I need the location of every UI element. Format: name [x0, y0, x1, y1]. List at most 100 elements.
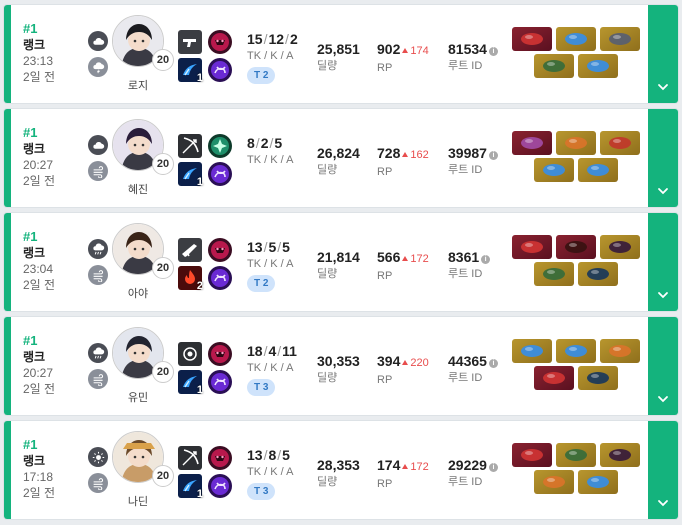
item-icon[interactable] [534, 366, 574, 390]
character-portrait[interactable]: 20 유민 [112, 327, 174, 407]
weapon-bow-icon[interactable] [178, 134, 202, 158]
tactical-fire-icon[interactable]: 2 [178, 266, 203, 292]
character-portrait[interactable]: 20 로지 [112, 15, 174, 95]
character-level: 20 [152, 153, 174, 175]
trait-mask-icon[interactable] [208, 446, 232, 470]
character-portrait[interactable]: 20 나딘 [112, 431, 174, 511]
skill-grid: 1 [178, 342, 234, 396]
kda-separator: / [277, 343, 282, 359]
expand-button[interactable] [648, 213, 678, 311]
match-card[interactable]: #1 랭크 17:18 2일 전 20 나딘 1 13/8/5 TK / K / AT 3 28,… [3, 420, 679, 520]
item-icon[interactable] [512, 339, 552, 363]
item-icon[interactable] [556, 443, 596, 467]
expand-button[interactable] [648, 109, 678, 207]
rp-total: 174 [377, 457, 401, 473]
item-row [511, 366, 641, 390]
item-icon[interactable] [534, 158, 574, 182]
damage-value: 28,353 [317, 457, 360, 473]
trait-swirl-icon[interactable] [208, 58, 232, 82]
item-icon[interactable] [534, 470, 574, 494]
tactical-blink-icon[interactable]: 1 [178, 58, 203, 84]
item-build [511, 27, 641, 81]
trait-swirl-icon[interactable] [208, 370, 232, 394]
item-icon[interactable] [600, 235, 640, 259]
match-card[interactable]: #1 랭크 23:04 2일 전 20 아야 2 13/5/5 TK / K / AT 2 21,… [3, 212, 679, 312]
chevron-down-icon [656, 392, 670, 411]
skill-level-badge: 1 [196, 384, 203, 396]
info-icon[interactable]: i [488, 463, 498, 472]
match-time: 17:18 [23, 470, 54, 484]
item-icon[interactable] [556, 131, 596, 155]
item-icon[interactable] [556, 339, 596, 363]
rp-block: 728 162 RP [377, 144, 443, 180]
info-icon[interactable]: i [481, 255, 491, 264]
item-icon[interactable] [578, 158, 618, 182]
item-icon[interactable] [556, 27, 596, 51]
item-icon[interactable] [512, 443, 552, 467]
item-icon[interactable] [600, 443, 640, 467]
rp-value: 566 172 [377, 248, 443, 268]
tactical-blink-icon[interactable]: 1 [178, 162, 203, 188]
match-time: 20:27 [23, 366, 54, 380]
item-icon[interactable] [556, 235, 596, 259]
weapon-bow-icon[interactable] [178, 446, 202, 470]
item-icon[interactable] [600, 131, 640, 155]
chevron-down-icon [656, 288, 670, 307]
item-icon[interactable] [600, 27, 640, 51]
rp-label: RP [377, 270, 393, 282]
info-icon[interactable]: i [488, 359, 498, 368]
skill-grid: 1 [178, 134, 234, 188]
item-icon[interactable] [512, 131, 552, 155]
kills: 12 [268, 31, 285, 47]
trait-mask-icon[interactable] [208, 30, 232, 54]
info-icon[interactable]: i [488, 151, 498, 160]
damage-block: 26,824 딜량 [317, 144, 377, 178]
route-id: 44365 [448, 353, 487, 369]
item-icon[interactable] [512, 27, 552, 51]
result-stripe [4, 213, 11, 311]
trait-swirl-icon[interactable] [208, 474, 232, 498]
kda-label: TK / K / A [247, 466, 294, 478]
trait-swirl-icon[interactable] [208, 162, 232, 186]
match-card[interactable]: #1 랭크 20:27 2일 전 20 혜진 1 8/2/5 TK / K / A 26,824 딜… [3, 108, 679, 208]
item-icon[interactable] [534, 54, 574, 78]
expand-button[interactable] [648, 317, 678, 415]
result-stripe [4, 421, 11, 519]
item-icon[interactable] [578, 54, 618, 78]
assists: 11 [282, 343, 297, 359]
character-name: 아야 [127, 288, 149, 300]
wind-icon [88, 161, 108, 181]
trait-mask-icon[interactable] [208, 238, 232, 262]
item-icon[interactable] [578, 366, 618, 390]
item-icon[interactable] [578, 470, 618, 494]
info-icon[interactable]: i [488, 47, 498, 56]
weapon-rifle-icon[interactable] [178, 238, 202, 262]
item-icon[interactable] [578, 262, 618, 286]
route-label: 루트 ID [448, 60, 483, 72]
rp-label: RP [377, 478, 393, 490]
expand-button[interactable] [648, 421, 678, 519]
item-icon[interactable] [534, 262, 574, 286]
match-card[interactable]: #1 랭크 23:13 2일 전 20 로지 1 15/12/2 TK / K / AT 2 25… [3, 4, 679, 104]
trait-mask-icon[interactable] [208, 342, 232, 366]
item-icon[interactable] [600, 339, 640, 363]
expand-button[interactable] [648, 5, 678, 103]
trait-swirl-icon[interactable] [208, 266, 232, 290]
tactical-blink-icon[interactable]: 1 [178, 370, 203, 396]
rain-icon [88, 343, 108, 363]
character-portrait[interactable]: 20 혜진 [112, 119, 174, 199]
tactical-blink-icon[interactable]: 1 [178, 474, 203, 500]
item-icon[interactable] [512, 235, 552, 259]
rank-column: #1 랭크 23:04 2일 전 [23, 229, 83, 293]
damage-value: 26,824 [317, 145, 360, 161]
match-card[interactable]: #1 랭크 20:27 2일 전 20 유민 1 18/4/11 TK / K / AT 3 30… [3, 316, 679, 416]
character-portrait[interactable]: 20 아야 [112, 223, 174, 303]
item-row [511, 158, 641, 182]
trait-star-icon[interactable] [208, 134, 232, 158]
rank-number: #1 [23, 333, 38, 348]
route-value: 44365 i [448, 352, 508, 370]
weapon-pistol-icon[interactable] [178, 30, 202, 54]
team-kills: 13 [247, 447, 263, 463]
weapon-glove-icon[interactable] [178, 342, 202, 366]
rank-column: #1 랭크 23:13 2일 전 [23, 21, 83, 85]
